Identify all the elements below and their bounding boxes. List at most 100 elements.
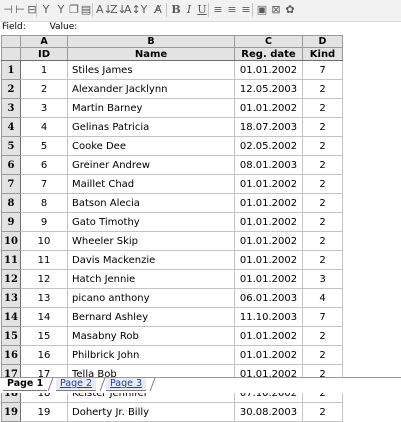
row-number[interactable]: 8 [1,193,21,213]
cell-id[interactable]: 1 [20,60,68,80]
table-row[interactable]: 15 15 Masabny Rob 01.01.2002 2 [1,326,343,346]
table-row[interactable]: 9 9 Gato Timothy 01.01.2002 2 [1,212,343,232]
cell-id[interactable]: 7 [20,174,68,194]
table-row[interactable]: 14 14 Bernard Ashley 11.10.2003 7 [1,307,343,327]
cell-kind[interactable]: 7 [302,60,343,80]
table-row[interactable]: 8 8 Batson Alecia 01.01.2002 2 [1,193,343,213]
column-title-name[interactable]: Name [67,47,235,61]
align-center-icon[interactable]: ≡ [226,3,238,17]
row-number[interactable]: 3 [1,98,21,118]
column-header-d[interactable]: D [302,35,343,48]
cell-name[interactable]: Greiner Andrew [67,155,235,175]
table-row[interactable]: 11 11 Davis Mackenzie 01.01.2002 2 [1,250,343,270]
row-number[interactable]: 10 [1,231,21,251]
cell-kind[interactable]: 2 [302,345,343,365]
cell-name[interactable]: Batson Alecia [67,193,235,213]
cell-name[interactable]: Masabny Rob [67,326,235,346]
cell-kind[interactable]: 2 [302,79,343,99]
table-row[interactable]: 3 3 Martin Barney 01.01.2002 2 [1,98,343,118]
insert-column-right-icon[interactable]: ⊢ [14,3,26,17]
cell-reg-date[interactable]: 01.01.2002 [234,193,303,213]
cell-kind[interactable]: 7 [302,307,343,327]
cell-kind[interactable]: 2 [302,250,343,270]
cell-reg-date[interactable]: 30.08.2003 [234,402,303,422]
cell-reg-date[interactable]: 01.01.2002 [234,174,303,194]
row-number[interactable]: 6 [1,155,21,175]
sort-ascending-icon[interactable]: A↓ [96,3,113,17]
table-row[interactable]: 13 13 picano anthony 06.01.2003 4 [1,288,343,308]
copy-icon[interactable]: ❐ [68,3,80,17]
cell-reg-date[interactable]: 01.01.2002 [234,212,303,232]
corner-cell[interactable] [1,35,21,48]
column-header-a[interactable]: A [20,35,68,48]
cell-kind[interactable]: 2 [302,402,343,422]
cell-kind[interactable]: 2 [302,174,343,194]
table-row[interactable]: 6 6 Greiner Andrew 08.01.2003 2 [1,155,343,175]
export-icon[interactable]: ⊠ [270,3,282,17]
table-row[interactable]: 19 19 Doherty Jr. Billy 30.08.2003 2 [1,402,343,422]
cell-id[interactable]: 10 [20,231,68,251]
align-right-icon[interactable]: ≡ [240,3,252,17]
column-title-kind[interactable]: Kind [302,47,343,61]
underline-icon[interactable]: U [196,3,208,17]
cell-kind[interactable]: 2 [302,212,343,232]
cell-name[interactable]: picano anthony [67,288,235,308]
row-number[interactable]: 14 [1,307,21,327]
cell-kind[interactable]: 2 [302,326,343,346]
cell-id[interactable]: 4 [20,117,68,137]
cell-reg-date[interactable]: 01.01.2002 [234,326,303,346]
row-number[interactable]: 4 [1,117,21,137]
cell-name[interactable]: Bernard Ashley [67,307,235,327]
table-row[interactable]: 16 16 Philbrick John 01.01.2002 2 [1,345,343,365]
cell-name[interactable]: Doherty Jr. Billy [67,402,235,422]
settings-icon[interactable]: ✿ [284,3,296,17]
cell-id[interactable]: 2 [20,79,68,99]
column-header-c[interactable]: C [234,35,303,48]
row-number[interactable]: 16 [1,345,21,365]
cell-id[interactable]: 14 [20,307,68,327]
cell-reg-date[interactable]: 12.05.2003 [234,79,303,99]
table-row[interactable]: 7 7 Maillet Chad 01.01.2002 2 [1,174,343,194]
cell-name[interactable]: Stiles James [67,60,235,80]
paste-icon[interactable]: ▤ [80,3,92,17]
cell-kind[interactable]: 3 [302,269,343,289]
align-left-icon[interactable]: ≡ [212,3,224,17]
cell-reg-date[interactable]: 11.10.2003 [234,307,303,327]
cell-name[interactable]: Gelinas Patricia [67,117,235,137]
cell-name[interactable]: Alexander Jacklynn [67,79,235,99]
row-number[interactable]: 12 [1,269,21,289]
cell-id[interactable]: 6 [20,155,68,175]
cell-reg-date[interactable]: 06.01.2003 [234,288,303,308]
cell-name[interactable]: Gato Timothy [67,212,235,232]
cell-id[interactable]: 11 [20,250,68,270]
row-number[interactable]: 2 [1,79,21,99]
print-preview-icon[interactable]: ▣ [256,3,268,17]
table-row[interactable]: 5 5 Cooke Dee 02.05.2002 2 [1,136,343,156]
cell-id[interactable]: 15 [20,326,68,346]
filter-remove-icon[interactable]: Y [55,3,67,17]
cell-reg-date[interactable]: 01.01.2002 [234,231,303,251]
column-header-b[interactable]: B [67,35,235,48]
cell-reg-date[interactable]: 01.01.2002 [234,250,303,270]
cell-name[interactable]: Wheeler Skip [67,231,235,251]
cell-id[interactable]: 8 [20,193,68,213]
insert-column-left-icon[interactable]: ⊣ [2,3,14,17]
table-row[interactable]: 1 1 Stiles James 01.01.2002 7 [1,60,343,80]
cell-name[interactable]: Martin Barney [67,98,235,118]
tab-page-3[interactable]: Page 3 [106,378,147,391]
bold-icon[interactable]: B [170,3,182,17]
sort-custom-icon[interactable]: A↕ [124,3,141,17]
cell-name[interactable]: Hatch Jennie [67,269,235,289]
cell-name[interactable]: Cooke Dee [67,136,235,156]
cell-reg-date[interactable]: 01.01.2002 [234,269,303,289]
row-number[interactable]: 11 [1,250,21,270]
italic-icon[interactable]: I [183,3,195,17]
cell-reg-date[interactable]: 18.07.2003 [234,117,303,137]
cell-id[interactable]: 5 [20,136,68,156]
row-number[interactable]: 9 [1,212,21,232]
cell-reg-date[interactable]: 01.01.2002 [234,345,303,365]
clear-format-icon[interactable]: A̸ [152,3,164,17]
cell-id[interactable]: 16 [20,345,68,365]
row-number[interactable]: 5 [1,136,21,156]
row-number[interactable]: 1 [1,60,21,80]
